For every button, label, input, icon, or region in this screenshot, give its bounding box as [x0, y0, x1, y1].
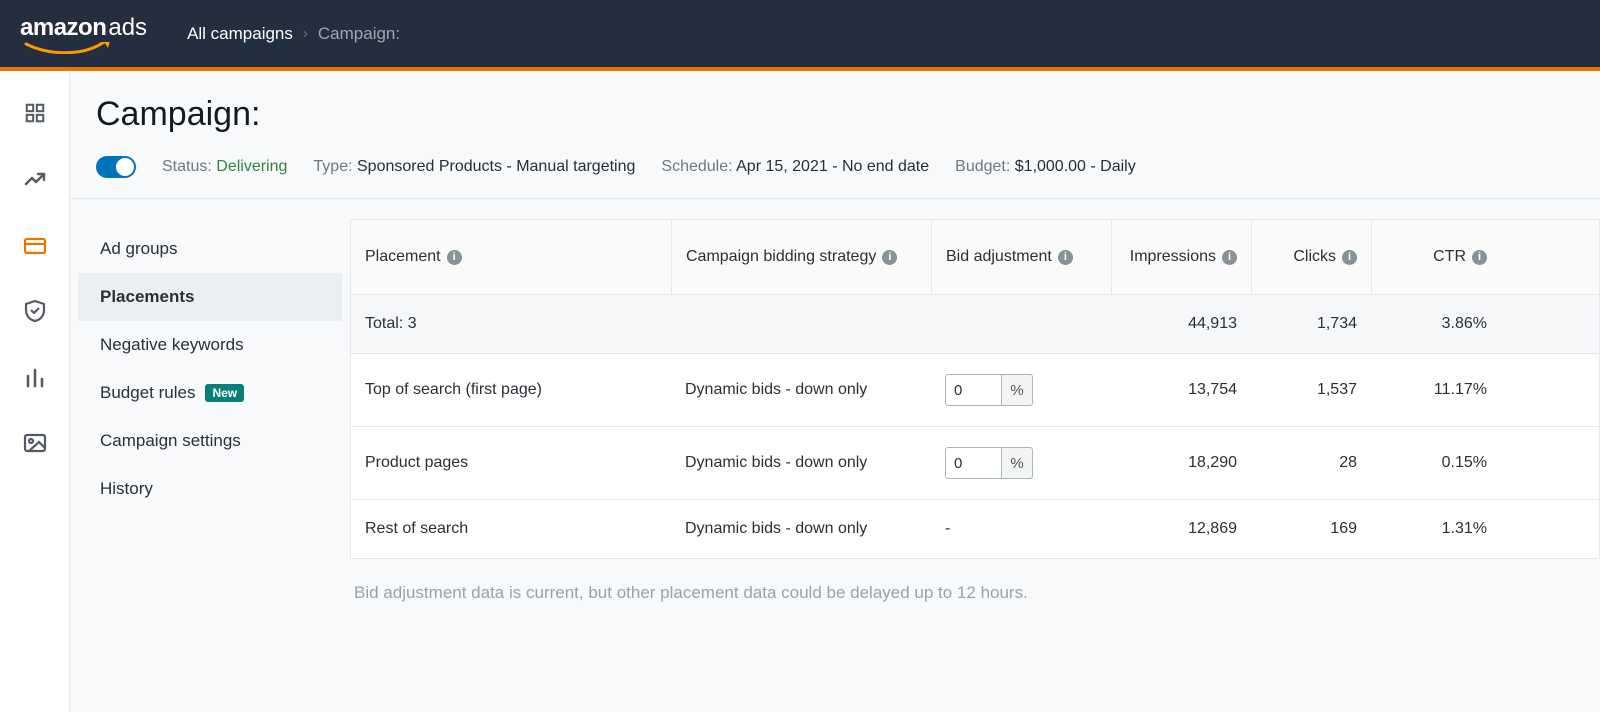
cell-ctr: 0.15% — [1371, 434, 1501, 492]
nav-campaign-settings[interactable]: Campaign settings — [78, 417, 342, 465]
placements-panel: Placementi Campaign bidding strategyi Bi… — [350, 199, 1600, 712]
cell-impressions: 18,290 — [1111, 434, 1251, 492]
breadcrumb: All campaigns › Campaign: — [187, 24, 400, 44]
content: Campaign: Status: Delivering Type: Spons… — [70, 71, 1600, 712]
cell-clicks: 169 — [1251, 500, 1371, 558]
amazon-smile-icon — [20, 42, 116, 54]
table-row: Product pages Dynamic bids - down only %… — [351, 426, 1599, 499]
cell-ctr: 1.31% — [1371, 500, 1501, 558]
percent-unit: % — [1001, 374, 1033, 406]
nav-label: Ad groups — [100, 239, 178, 259]
cell-placement: Rest of search — [351, 500, 671, 558]
col-ctr[interactable]: CTRi — [1371, 220, 1501, 294]
col-impressions[interactable]: Impressionsi — [1111, 220, 1251, 294]
type-label: Type: — [313, 158, 352, 175]
nav-label: Negative keywords — [100, 335, 244, 355]
cell-bid-adjustment: % — [931, 354, 1111, 426]
bid-adjust-input[interactable] — [945, 447, 1001, 479]
info-icon[interactable]: i — [447, 250, 462, 265]
left-nav: Ad groups Placements Negative keywords B… — [70, 199, 350, 712]
type-block: Type: Sponsored Products - Manual target… — [313, 158, 635, 176]
cell-ctr: 11.17% — [1371, 361, 1501, 419]
col-bid-adjustment[interactable]: Bid adjustmenti — [931, 220, 1111, 294]
type-value: Sponsored Products - Manual targeting — [357, 158, 635, 175]
wallet-icon[interactable] — [21, 231, 49, 259]
info-icon[interactable]: i — [882, 250, 897, 265]
status-block: Status: Delivering — [162, 158, 287, 176]
schedule-value: Apr 15, 2021 - No end date — [736, 158, 929, 175]
footnote: Bid adjustment data is current, but othe… — [350, 559, 1600, 627]
body: Ad groups Placements Negative keywords B… — [70, 199, 1600, 712]
cell-total-ctr: 3.86% — [1371, 295, 1501, 353]
amazon-ads-logo[interactable]: amazonads — [20, 14, 147, 54]
image-icon[interactable] — [21, 429, 49, 457]
cell-strategy: Dynamic bids - down only — [671, 500, 931, 558]
bid-adjust-input[interactable] — [945, 374, 1001, 406]
cell-strategy: Dynamic bids - down only — [671, 361, 931, 419]
cell-strategy: Dynamic bids - down only — [671, 434, 931, 492]
campaign-header: Campaign: Status: Delivering Type: Spons… — [70, 71, 1600, 199]
nav-placements[interactable]: Placements — [78, 273, 342, 321]
table-row-total: Total: 3 44,913 1,734 3.86% — [351, 294, 1599, 353]
cell-clicks: 28 — [1251, 434, 1371, 492]
cell-total-impressions: 44,913 — [1111, 295, 1251, 353]
chevron-right-icon: › — [303, 25, 308, 42]
table-row: Top of search (first page) Dynamic bids … — [351, 353, 1599, 426]
nav-history[interactable]: History — [78, 465, 342, 513]
cell-total-label: Total: 3 — [351, 295, 671, 353]
nav-label: History — [100, 479, 153, 499]
budget-label: Budget: — [955, 158, 1010, 175]
nav-label: Placements — [100, 287, 195, 307]
page-title: Campaign: — [96, 95, 1574, 134]
cell-bid-adjustment: - — [931, 500, 1111, 558]
schedule-block: Schedule: Apr 15, 2021 - No end date — [661, 158, 929, 176]
bid-adjust-input-group: % — [945, 374, 1097, 406]
cell-placement: Top of search (first page) — [351, 361, 671, 419]
info-icon[interactable]: i — [1222, 250, 1237, 265]
logo-left: amazon — [20, 14, 106, 41]
trend-arrow-icon[interactable] — [21, 165, 49, 193]
nav-label: Budget rules — [100, 383, 195, 403]
meta-row: Status: Delivering Type: Sponsored Produ… — [96, 156, 1574, 178]
info-icon[interactable]: i — [1342, 250, 1357, 265]
col-clicks[interactable]: Clicksi — [1251, 220, 1371, 294]
shield-icon[interactable] — [21, 297, 49, 325]
nav-budget-rules[interactable]: Budget rules New — [78, 369, 342, 417]
icon-rail — [0, 71, 70, 712]
col-placement[interactable]: Placementi — [351, 220, 671, 294]
percent-unit: % — [1001, 447, 1033, 479]
cell-placement: Product pages — [351, 434, 671, 492]
bar-chart-icon[interactable] — [21, 363, 49, 391]
cell-bid-adjustment: % — [931, 427, 1111, 499]
schedule-label: Schedule: — [661, 158, 732, 175]
budget-block: Budget: $1,000.00 - Daily — [955, 158, 1136, 176]
status-toggle[interactable] — [96, 156, 136, 178]
dashboard-icon[interactable] — [21, 99, 49, 127]
col-strategy[interactable]: Campaign bidding strategyi — [671, 220, 931, 294]
logo-right: ads — [108, 14, 147, 41]
table-header: Placementi Campaign bidding strategyi Bi… — [351, 220, 1599, 294]
new-badge: New — [205, 384, 244, 402]
info-icon[interactable]: i — [1058, 250, 1073, 265]
status-label: Status: — [162, 158, 212, 175]
placements-table: Placementi Campaign bidding strategyi Bi… — [350, 219, 1600, 559]
breadcrumb-root[interactable]: All campaigns — [187, 24, 293, 44]
status-value: Delivering — [216, 158, 287, 175]
info-icon[interactable]: i — [1472, 250, 1487, 265]
cell-impressions: 12,869 — [1111, 500, 1251, 558]
bid-adjust-input-group: % — [945, 447, 1097, 479]
budget-value: $1,000.00 - Daily — [1015, 158, 1136, 175]
table-row: Rest of search Dynamic bids - down only … — [351, 499, 1599, 558]
nav-ad-groups[interactable]: Ad groups — [78, 225, 342, 273]
cell-clicks: 1,537 — [1251, 361, 1371, 419]
breadcrumb-current: Campaign: — [318, 24, 400, 44]
cell-impressions: 13,754 — [1111, 361, 1251, 419]
nav-label: Campaign settings — [100, 431, 241, 451]
topbar: amazonads All campaigns › Campaign: — [0, 0, 1600, 67]
cell-total-clicks: 1,734 — [1251, 295, 1371, 353]
main-area: Campaign: Status: Delivering Type: Spons… — [0, 71, 1600, 712]
nav-negative-keywords[interactable]: Negative keywords — [78, 321, 342, 369]
